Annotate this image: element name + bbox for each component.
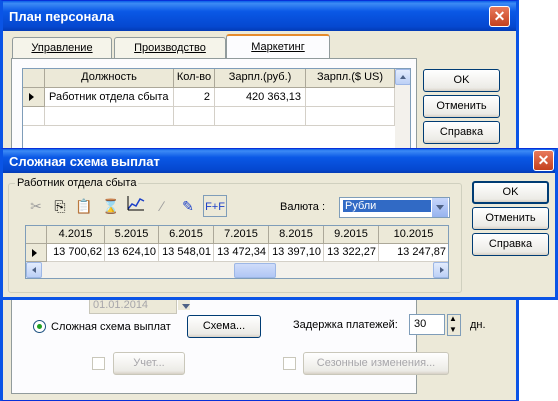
table-cell[interactable]: 2 bbox=[174, 88, 215, 107]
formula-icon[interactable]: F+F bbox=[203, 195, 227, 217]
close-icon: ✕ bbox=[537, 152, 550, 168]
table-cell[interactable] bbox=[306, 88, 395, 107]
arrow-right-icon bbox=[440, 267, 444, 273]
table-corner bbox=[26, 226, 47, 244]
table-cell[interactable]: 13 472,34 bbox=[214, 244, 269, 262]
table-cell[interactable] bbox=[174, 107, 215, 126]
current-row-icon bbox=[29, 93, 34, 101]
vertical-scrollbar[interactable] bbox=[395, 69, 410, 155]
table-cell[interactable] bbox=[45, 107, 174, 126]
paste-icon[interactable]: 📋 bbox=[73, 195, 95, 217]
current-row-icon bbox=[32, 249, 37, 257]
payment-delay-label: Задержка платежей: bbox=[293, 319, 398, 331]
scroll-thumb[interactable] bbox=[234, 263, 276, 278]
chart-glyph bbox=[127, 196, 145, 211]
pencil-icon[interactable]: ✎ bbox=[177, 195, 199, 217]
close-icon: ✕ bbox=[493, 8, 506, 24]
fill-icon[interactable]: ⌛ bbox=[100, 195, 122, 217]
currency-label: Валюта : bbox=[280, 201, 326, 213]
row-selector[interactable] bbox=[23, 88, 45, 107]
column-header[interactable]: 6.2015 bbox=[159, 226, 214, 244]
staff-plan-title: План персонала bbox=[9, 9, 115, 24]
empty-row-marker bbox=[23, 107, 45, 126]
arrow-up-icon bbox=[400, 75, 406, 79]
accounting-button[interactable]: Учет... bbox=[113, 352, 185, 375]
dialog-help-button[interactable]: Справка bbox=[472, 233, 549, 256]
column-header[interactable]: 9.2015 bbox=[324, 226, 379, 244]
tab-management-label: Управление bbox=[31, 42, 93, 54]
delay-unit-label: дн. bbox=[470, 319, 486, 331]
currency-value: Рубли bbox=[343, 200, 431, 212]
copy-icon[interactable]: ⎘ bbox=[49, 195, 71, 217]
complex-scheme-label: Сложная схема выплат bbox=[51, 321, 171, 333]
column-header[interactable]: Кол-во bbox=[174, 69, 215, 88]
table-corner bbox=[23, 69, 45, 88]
table-cell[interactable] bbox=[306, 107, 395, 126]
scheme-button[interactable]: Схема... bbox=[187, 315, 261, 338]
column-header[interactable]: 5.2015 bbox=[105, 226, 159, 244]
cancel-button[interactable]: Отменить bbox=[423, 95, 500, 118]
column-header[interactable]: 10.2015 bbox=[379, 226, 448, 244]
delay-spinner[interactable]: ▲ ▼ bbox=[447, 314, 461, 336]
seasonal-changes-button[interactable]: Сезонные изменения... bbox=[303, 352, 449, 375]
complex-scheme-dialog: Сложная схема выплат ✕ Работник отдела с… bbox=[0, 148, 558, 300]
tab-management[interactable]: Управление bbox=[12, 37, 112, 59]
tab-production-label: Производство bbox=[134, 42, 206, 54]
table-cell[interactable]: 13 322,27 bbox=[324, 244, 379, 262]
payments-table[interactable]: 4.2015 5.2015 6.2015 7.2015 8.2015 9.201… bbox=[25, 225, 449, 279]
ok-button[interactable]: OK bbox=[423, 69, 500, 92]
dialog-title: Сложная схема выплат bbox=[9, 154, 160, 169]
row-selector[interactable] bbox=[26, 244, 47, 262]
scroll-left-button[interactable] bbox=[26, 262, 42, 278]
complex-scheme-radio[interactable] bbox=[33, 320, 46, 333]
chart-icon[interactable] bbox=[125, 195, 147, 217]
table-cell[interactable]: 13 624,10 bbox=[105, 244, 159, 262]
table-cell[interactable]: 13 548,01 bbox=[159, 244, 214, 262]
currency-dropdown-button[interactable] bbox=[431, 198, 448, 217]
column-header[interactable]: Зарпл.(руб.) bbox=[215, 69, 306, 88]
column-header[interactable]: 7.2015 bbox=[214, 226, 269, 244]
table-cell[interactable]: 420 363,13 bbox=[215, 88, 306, 107]
spin-down-icon: ▼ bbox=[449, 325, 457, 334]
table-cell[interactable]: 13 247,87 bbox=[379, 244, 448, 262]
table-cell[interactable]: 13 700,62 bbox=[47, 244, 105, 262]
group-title: Работник отдела сбыта bbox=[15, 177, 139, 189]
table-cell[interactable] bbox=[215, 107, 306, 126]
accounting-checkbox[interactable] bbox=[92, 357, 105, 370]
close-button[interactable]: ✕ bbox=[489, 6, 510, 27]
dialog-close-button[interactable]: ✕ bbox=[533, 150, 554, 171]
seasonal-checkbox[interactable] bbox=[283, 357, 296, 370]
staff-table[interactable]: Должность Кол-во Зарпл.(руб.) Зарпл.($ U… bbox=[22, 68, 411, 156]
wand-icon[interactable]: ∕ bbox=[151, 195, 173, 217]
toolbar: ✂ ⎘ 📋 ⌛ ∕ ✎ F+F bbox=[25, 195, 245, 217]
column-header[interactable]: 4.2015 bbox=[47, 226, 105, 244]
table-cell[interactable]: Работник отдела сбыта bbox=[45, 88, 174, 107]
tab-marketing[interactable]: Маркетинг bbox=[226, 34, 330, 59]
horizontal-scrollbar[interactable] bbox=[26, 262, 448, 278]
tab-marketing-label: Маркетинг bbox=[251, 41, 305, 53]
dialog-cancel-button[interactable]: Отменить bbox=[472, 207, 549, 230]
spin-up-icon: ▲ bbox=[449, 314, 457, 323]
scroll-up-button[interactable] bbox=[395, 69, 410, 85]
column-header[interactable]: 8.2015 bbox=[269, 226, 324, 244]
tab-production[interactable]: Производство bbox=[114, 37, 226, 59]
payment-delay-input[interactable]: 30 bbox=[409, 314, 445, 335]
arrow-left-icon bbox=[32, 267, 36, 273]
help-button[interactable]: Справка bbox=[423, 121, 500, 144]
column-header[interactable]: Зарпл.($ US) bbox=[306, 69, 395, 88]
scissors-icon[interactable]: ✂ bbox=[25, 195, 47, 217]
table-cell[interactable]: 13 397,10 bbox=[269, 244, 324, 262]
column-header[interactable]: Должность bbox=[45, 69, 174, 88]
scroll-right-button[interactable] bbox=[433, 262, 448, 278]
staff-plan-titlebar: План персонала bbox=[3, 1, 516, 31]
dialog-ok-button[interactable]: OK bbox=[472, 181, 549, 204]
dialog-titlebar: Сложная схема выплат bbox=[3, 149, 555, 173]
